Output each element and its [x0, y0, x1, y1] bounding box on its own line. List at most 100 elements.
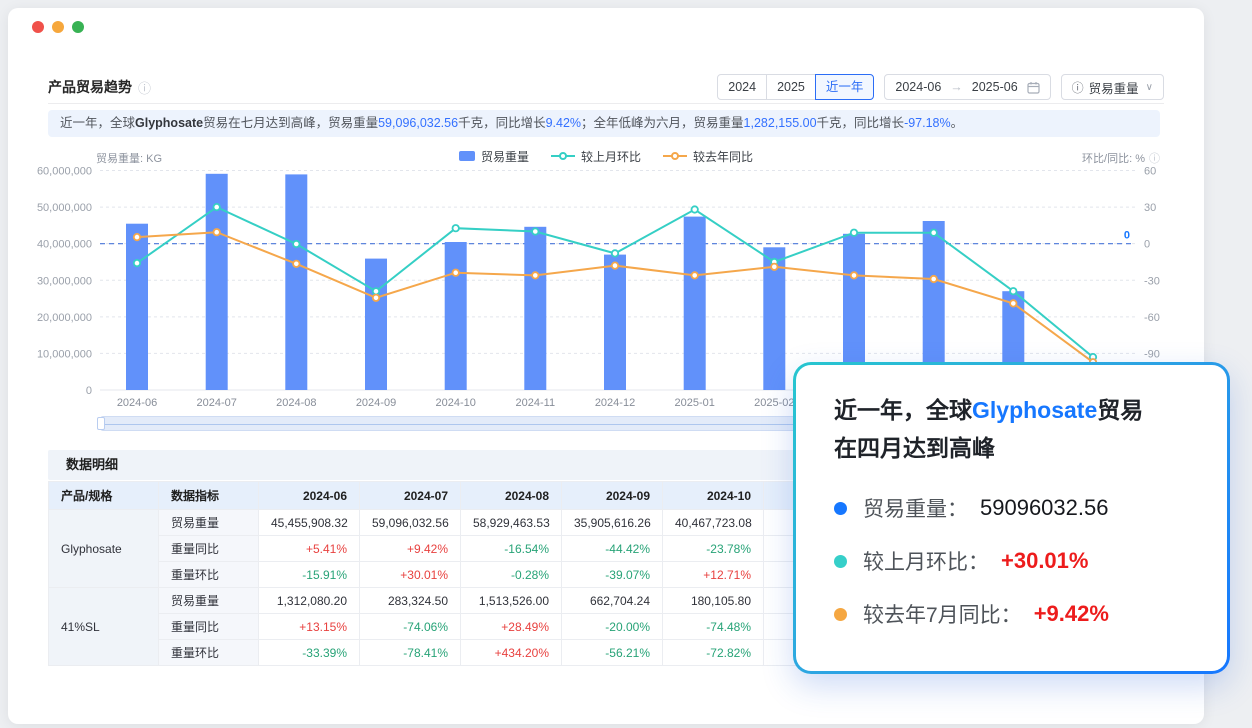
summary-segment: 1,282,155.00: [744, 116, 817, 130]
svg-text:2024-09: 2024-09: [356, 397, 396, 409]
close-window-button[interactable]: [32, 21, 44, 33]
summary-segment: 贸易在七月达到高峰，贸易重量: [203, 116, 378, 130]
column-header: 2024-09: [562, 482, 663, 510]
value-cell: +12.71%: [663, 562, 764, 588]
summary-segment: 千克，同比增长: [817, 116, 905, 130]
value-cell: -33.39%: [259, 640, 360, 666]
svg-text:-30: -30: [1144, 275, 1160, 287]
column-header: 2024-08: [461, 482, 562, 510]
svg-text:20,000,000: 20,000,000: [37, 312, 92, 324]
header-controls: 2024 2025 近一年 2024-06 → 2025-06 ⓘ 贸易重量 ∨: [717, 74, 1164, 100]
year-filter-2025[interactable]: 2025: [766, 74, 816, 100]
summary-segment: Glyphosate: [135, 116, 203, 130]
metric-cell: 重量同比: [159, 536, 259, 562]
metric-dropdown[interactable]: ⓘ 贸易重量 ∨: [1061, 74, 1164, 100]
zoom-slider-handle[interactable]: [97, 417, 105, 430]
svg-text:2024-10: 2024-10: [436, 397, 476, 409]
metric-cell: 贸易重量: [159, 588, 259, 614]
column-header: 2024-10: [663, 482, 764, 510]
svg-text:-90: -90: [1144, 348, 1160, 360]
value-cell: 1,513,526.00: [461, 588, 562, 614]
svg-text:0: 0: [86, 385, 92, 397]
column-header: 产品/规格: [49, 482, 159, 510]
popup-title-segment: 近一年，全球: [834, 397, 972, 423]
value-cell: -0.28%: [461, 562, 562, 588]
svg-text:0: 0: [1144, 239, 1150, 251]
summary-segment: 千克，同比增长: [458, 116, 546, 130]
value-cell: -15.91%: [259, 562, 360, 588]
svg-text:2024-06: 2024-06: [117, 397, 157, 409]
summary-banner: 近一年，全球Glyphosate贸易在七月达到高峰，贸易重量59,096,032…: [48, 110, 1160, 137]
value-cell: +13.15%: [259, 614, 360, 640]
page-title: 产品贸易趋势 ⓘ: [48, 77, 151, 97]
value-cell: +30.01%: [360, 562, 461, 588]
year-filter-recent[interactable]: 近一年: [815, 74, 875, 100]
page-header: 产品贸易趋势 ⓘ 2024 2025 近一年 2024-06 → 2025-06…: [48, 72, 1164, 102]
popup-metric-item: 较去年7月同比：+9.42%: [834, 599, 1201, 629]
summary-segment: -97.18%: [904, 116, 951, 130]
page-title-text: 产品贸易趋势: [48, 77, 132, 97]
table-row: 重量环比-33.39%-78.41%+434.20%-56.21%-72.82%: [49, 640, 865, 666]
value-cell: +5.41%: [259, 536, 360, 562]
value-cell: 283,324.50: [360, 588, 461, 614]
bullet-dot-icon: [834, 502, 847, 515]
metric-dropdown-label: 贸易重量: [1089, 78, 1139, 97]
info-icon[interactable]: ⓘ: [138, 78, 151, 97]
bullet-dot-icon: [834, 608, 847, 621]
maximize-window-button[interactable]: [72, 21, 84, 33]
value-cell: -23.78%: [663, 536, 764, 562]
table-row: 重量环比-15.91%+30.01%-0.28%-39.07%+12.71%: [49, 562, 865, 588]
value-cell: -20.00%: [562, 614, 663, 640]
value-cell: -56.21%: [562, 640, 663, 666]
popup-metric-value: 59096032.56: [980, 495, 1108, 521]
value-cell: -78.41%: [360, 640, 461, 666]
value-cell: +434.20%: [461, 640, 562, 666]
svg-text:50,000,000: 50,000,000: [37, 202, 92, 214]
popup-metric-label: 较上月环比：: [863, 546, 989, 576]
chevron-down-icon: ∨: [1146, 82, 1153, 93]
value-cell: 662,704.24: [562, 588, 663, 614]
svg-text:-60: -60: [1144, 312, 1160, 324]
data-table: 产品/规格数据指标2024-062024-072024-082024-09202…: [48, 481, 865, 666]
summary-segment: 9.42%: [546, 116, 581, 130]
popup-title-segment: Glyphosate: [972, 397, 1097, 423]
value-cell: 35,905,616.26: [562, 510, 663, 536]
svg-text:30: 30: [1144, 202, 1156, 214]
value-cell: 58,929,463.53: [461, 510, 562, 536]
value-cell: +9.42%: [360, 536, 461, 562]
bullet-dot-icon: [834, 555, 847, 568]
popup-title-segment: 在四月达到高峰: [834, 435, 995, 461]
window-titlebar: [32, 21, 84, 33]
svg-text:0: 0: [1124, 230, 1130, 242]
year-filter-2024[interactable]: 2024: [717, 74, 767, 100]
metric-cell: 重量同比: [159, 614, 259, 640]
table-section-title: 数据明细: [66, 457, 118, 472]
arrow-right-icon: →: [950, 80, 963, 94]
date-range-picker[interactable]: 2024-06 → 2025-06: [884, 74, 1050, 100]
svg-text:60,000,000: 60,000,000: [37, 166, 92, 178]
table-row: 重量同比+5.41%+9.42%-16.54%-44.42%-23.78%: [49, 536, 865, 562]
svg-text:2024-07: 2024-07: [197, 397, 237, 409]
popup-title-line: 近一年，全球Glyphosate贸易: [834, 391, 1201, 429]
popup-metric-label: 贸易重量：: [863, 493, 968, 523]
header-divider: [48, 103, 1164, 104]
popup-title-line: 在四月达到高峰: [834, 429, 1201, 467]
svg-text:40,000,000: 40,000,000: [37, 239, 92, 251]
value-cell: 40,467,723.08: [663, 510, 764, 536]
value-cell: -16.54%: [461, 536, 562, 562]
svg-text:2024-12: 2024-12: [595, 397, 635, 409]
product-cell: Glyphosate: [49, 510, 159, 588]
svg-text:2025-01: 2025-01: [675, 397, 715, 409]
value-cell: 180,105.80: [663, 588, 764, 614]
value-cell: -72.82%: [663, 640, 764, 666]
svg-text:30,000,000: 30,000,000: [37, 275, 92, 287]
value-cell: 45,455,908.32: [259, 510, 360, 536]
minimize-window-button[interactable]: [52, 21, 64, 33]
value-cell: -74.06%: [360, 614, 461, 640]
summary-segment: 近一年，全球: [60, 116, 135, 130]
svg-text:2025-02: 2025-02: [754, 397, 794, 409]
svg-text:2024-08: 2024-08: [276, 397, 316, 409]
year-filter-group: 2024 2025 近一年: [717, 74, 874, 100]
table-row: Glyphosate贸易重量45,455,908.3259,096,032.56…: [49, 510, 865, 536]
date-start: 2024-06: [895, 80, 941, 94]
